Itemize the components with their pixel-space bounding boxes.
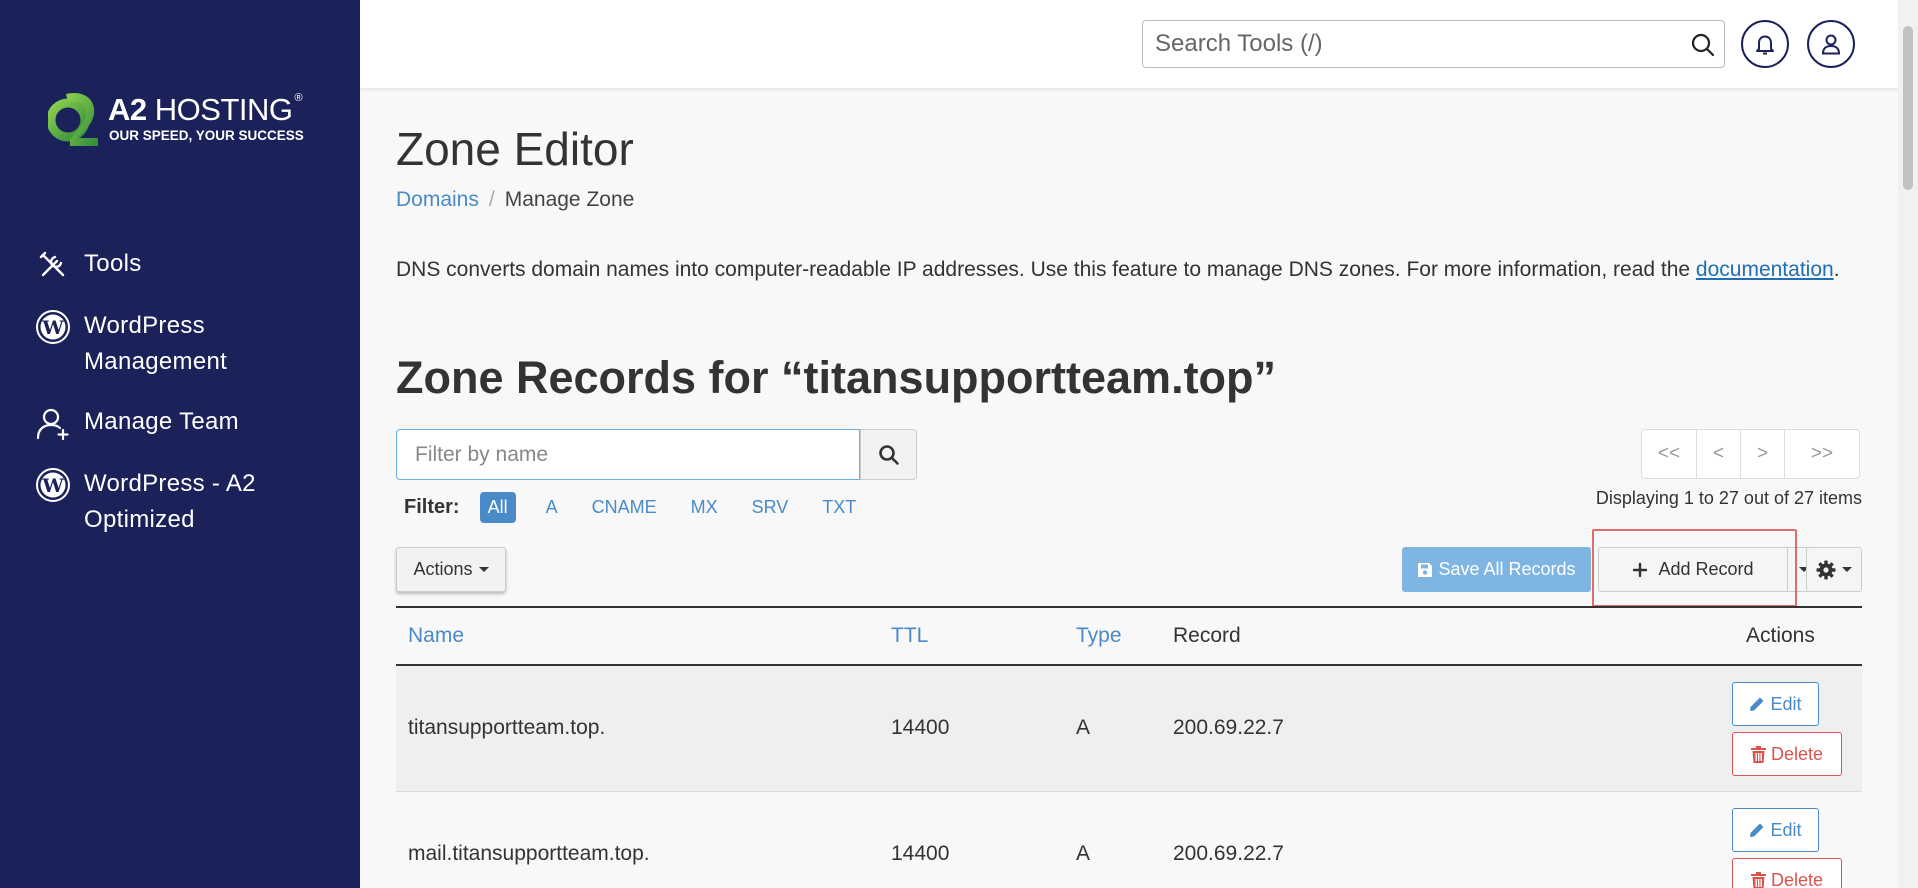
wordpress-icon: W: [34, 466, 72, 504]
record-name: mail.titansupportteam.top.: [408, 842, 650, 865]
column-header-type[interactable]: Type: [1076, 624, 1122, 648]
page-title: Zone Editor: [396, 123, 634, 175]
record-value: 200.69.22.7: [1173, 842, 1284, 865]
a2-hosting-logo[interactable]: A2 HOSTING ® OUR SPEED, YOUR SUCCESS: [48, 86, 318, 152]
svg-text:W: W: [41, 475, 64, 497]
pagination: << < > >>: [1641, 429, 1860, 479]
bell-icon: [1756, 35, 1774, 55]
add-record-label: Add Record: [1658, 559, 1754, 579]
zone-records-title: Zone Records for “titansupportteam.top”: [396, 352, 1277, 403]
save-icon: [1417, 562, 1433, 578]
delete-button[interactable]: Delete: [1732, 858, 1842, 888]
filter-chip-all[interactable]: All: [479, 492, 516, 523]
breadcrumb: Domains / Manage Zone: [396, 188, 634, 212]
sidebar-item-manage-team[interactable]: Manage Team: [34, 404, 344, 442]
pager-last-button[interactable]: >>: [1784, 429, 1860, 479]
save-label: Save All Records: [1438, 559, 1576, 579]
logo-wordmark: A2 HOSTING ®: [108, 92, 303, 127]
sidebar-item-wordpress-a2-optimized[interactable]: W WordPress - A2 Optimized: [34, 466, 344, 538]
delete-label: Delete: [1770, 743, 1824, 764]
filter-chip-mx[interactable]: MX: [691, 493, 718, 522]
sidebar: A2 HOSTING ® OUR SPEED, YOUR SUCCESS Tool…: [0, 0, 360, 888]
column-header-ttl[interactable]: TTL: [891, 624, 928, 648]
add-record-button[interactable]: Add Record: [1598, 547, 1788, 592]
breadcrumb-current: Manage Zone: [504, 188, 635, 211]
user-icon: [1821, 34, 1841, 55]
filter-chip-txt[interactable]: TXT: [822, 493, 856, 522]
documentation-link[interactable]: documentation: [1696, 258, 1834, 281]
sidebar-item-label: WordPress - A2 Optimized: [84, 470, 256, 533]
delete-label: Delete: [1770, 869, 1824, 888]
user-plus-icon: [34, 404, 72, 442]
pager-next-button[interactable]: >: [1740, 429, 1785, 479]
filter-label: Filter:: [404, 496, 460, 518]
search-icon: [878, 444, 899, 465]
actions-dropdown-button[interactable]: Actions: [396, 547, 506, 592]
column-header-name[interactable]: Name: [408, 624, 464, 648]
edit-label: Edit: [1770, 693, 1802, 714]
filter-chip-a[interactable]: A: [546, 493, 558, 522]
trash-icon: [1750, 871, 1766, 888]
filter-chip-srv[interactable]: SRV: [752, 493, 789, 522]
table-row: mail.titansupportteam.top. 14400 A 200.6…: [396, 792, 1862, 888]
record-ttl: 14400: [891, 716, 950, 739]
table-row: titansupportteam.top. 14400 A 200.69.22.…: [396, 666, 1862, 792]
scrollbar-thumb[interactable]: [1903, 26, 1913, 190]
edit-label: Edit: [1770, 819, 1802, 840]
sidebar-item-label: WordPress Management: [84, 312, 228, 375]
filter-search-button[interactable]: [860, 429, 917, 480]
table-header: Name TTL Type Record Actions: [396, 608, 1862, 666]
pager-first-button[interactable]: <<: [1641, 429, 1697, 479]
delete-button[interactable]: Delete: [1732, 732, 1842, 776]
search-icon[interactable]: [1690, 32, 1716, 58]
user-menu-button[interactable]: [1807, 20, 1855, 68]
filter-input[interactable]: [415, 441, 835, 469]
logo-tagline: OUR SPEED, YOUR SUCCESS: [109, 128, 304, 143]
edit-button[interactable]: Edit: [1732, 682, 1819, 726]
edit-button[interactable]: Edit: [1732, 808, 1819, 852]
save-all-records-button[interactable]: Save All Records: [1402, 547, 1591, 592]
sidebar-item-label: Manage Team: [84, 408, 239, 435]
pencil-icon: [1749, 696, 1765, 712]
column-header-actions: Actions: [1746, 624, 1815, 647]
pagination-summary: Displaying 1 to 27 out of 27 items: [1595, 488, 1862, 508]
breadcrumb-domains-link[interactable]: Domains: [396, 188, 479, 211]
notifications-button[interactable]: [1741, 20, 1789, 68]
tools-icon: [34, 246, 72, 284]
search-tools: [1142, 20, 1725, 68]
filter-by-name: [396, 429, 860, 480]
pager-prev-button[interactable]: <: [1696, 429, 1741, 479]
svg-text:W: W: [41, 317, 64, 339]
record-type: A: [1076, 716, 1091, 739]
pencil-icon: [1749, 822, 1765, 838]
page-description: DNS converts domain names into computer-…: [396, 258, 1840, 281]
record-value: 200.69.22.7: [1173, 716, 1284, 739]
page-scrollbar[interactable]: [1898, 0, 1918, 888]
sidebar-item-wordpress-management[interactable]: W WordPress Management: [34, 308, 344, 380]
caret-down-icon: [1842, 567, 1852, 572]
caret-down-icon: [478, 567, 489, 572]
record-ttl: 14400: [891, 842, 950, 865]
search-input[interactable]: [1155, 29, 1675, 59]
gear-icon: [1816, 560, 1836, 579]
type-filter-bar: Filter: All A CNAME MX SRV TXT: [404, 492, 890, 523]
settings-dropdown-button[interactable]: [1806, 547, 1862, 592]
column-header-record: Record: [1173, 624, 1241, 647]
plus-icon: [1632, 562, 1648, 578]
trash-icon: [1750, 745, 1766, 763]
filter-chip-cname[interactable]: CNAME: [592, 493, 657, 522]
sidebar-nav: Tools W WordPress Management Manage Team: [34, 246, 344, 562]
breadcrumb-separator: /: [488, 188, 495, 211]
zone-records-table: Name TTL Type Record Actions titansuppor…: [396, 606, 1862, 888]
record-type: A: [1076, 842, 1091, 865]
actions-label: Actions: [413, 559, 473, 579]
sidebar-item-tools[interactable]: Tools: [34, 246, 344, 284]
top-bar: [360, 0, 1898, 88]
sidebar-item-label: Tools: [84, 250, 142, 277]
wordpress-icon: W: [34, 308, 72, 346]
record-name: titansupportteam.top.: [408, 716, 606, 739]
a2-logo-mark-icon: [48, 92, 98, 146]
